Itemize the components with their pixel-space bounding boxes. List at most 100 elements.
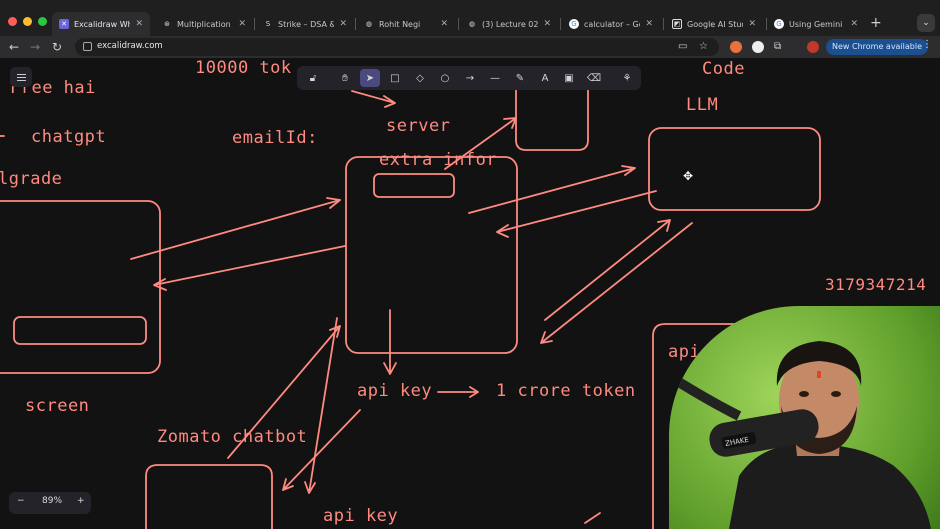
eye-shape	[831, 391, 841, 397]
zoom-controls: − 89% +	[9, 492, 91, 514]
browser-toolbar: ← → ↻ excalidraw.com ▭ ☆ ⧉ New Chrome av…	[0, 36, 940, 58]
site-info-icon[interactable]	[83, 42, 92, 51]
arrow-bottom-right	[584, 512, 601, 524]
google-icon: G	[569, 19, 579, 29]
close-tab-icon[interactable]: ✕	[440, 19, 448, 29]
hand-tool-icon[interactable]: ✋︎	[335, 69, 355, 87]
url-text: excalidraw.com	[97, 41, 163, 51]
menu-line	[16, 73, 26, 75]
chrome-menu-icon[interactable]: ⋮	[922, 39, 932, 50]
arrow-server-to-screen	[153, 245, 346, 291]
selection-tool-icon[interactable]: ➤	[360, 69, 380, 87]
menu-line	[16, 76, 26, 78]
excalidraw-toolbar: 🔓︎ ✋︎ ➤ □ ◇ ○ → — ✎ A ▣ ⌫ ⚘	[297, 66, 641, 90]
browser-tab-strip: ✕ Excalidraw Whi ✕ ⊛ Multiplication re ✕…	[0, 0, 940, 36]
arrow-llm-to-api	[540, 222, 693, 344]
extensions-puzzle-icon[interactable]: ⧉	[774, 39, 781, 55]
chatgpt-icon: ⊛	[164, 20, 170, 28]
top-box-shape	[515, 87, 589, 151]
arrow-to-api-key-2	[304, 317, 338, 494]
reload-icon[interactable]: ↻	[52, 39, 62, 55]
mic-arm-shape	[669, 371, 742, 421]
arrow-server-to-llm	[468, 165, 636, 214]
globe-icon: ◍	[365, 20, 373, 28]
tab-excalidraw[interactable]: ✕ Excalidraw Whi ✕	[52, 12, 150, 36]
arrow-api-to-llm	[544, 219, 671, 321]
zoom-out-button[interactable]: −	[17, 496, 25, 506]
google-ai-studio-icon: ◩	[672, 19, 682, 29]
tab-separator	[663, 18, 664, 30]
close-tab-icon[interactable]: ✕	[238, 19, 246, 29]
text-screen: screen	[25, 396, 90, 416]
tab-separator	[254, 18, 255, 30]
tab-strike[interactable]: S Strike – DSA & C ✕	[256, 14, 354, 34]
zoom-level[interactable]: 89%	[42, 496, 62, 506]
close-tab-icon[interactable]: ✕	[135, 19, 143, 29]
text-tool-icon[interactable]: A	[535, 69, 555, 87]
eye-shape	[799, 391, 809, 397]
input-box-shape	[13, 316, 147, 345]
google-icon: G	[774, 19, 784, 29]
text-server: server	[386, 116, 451, 136]
close-tab-icon[interactable]: ✕	[645, 19, 653, 29]
new-tab-button[interactable]: +	[870, 15, 882, 31]
main-menu-button[interactable]	[10, 67, 32, 87]
extension-icon[interactable]	[730, 41, 742, 53]
tab-calculator[interactable]: G calculator – Goo ✕	[562, 14, 660, 34]
tab-using-gemini[interactable]: G Using Gemini AI ✕	[767, 14, 865, 34]
close-tab-icon[interactable]: ✕	[543, 19, 551, 29]
arrow-tool-icon[interactable]: →	[460, 69, 480, 87]
pencil-tool-icon[interactable]: ✎	[510, 69, 530, 87]
arrow-server-to-api-key	[383, 309, 397, 375]
extra-info-box-shape	[373, 173, 455, 198]
extension-icon[interactable]	[752, 41, 764, 53]
ellipse-tool-icon[interactable]: ○	[435, 69, 455, 87]
rectangle-tool-icon[interactable]: □	[385, 69, 405, 87]
close-tab-icon[interactable]: ✕	[850, 19, 858, 29]
text-code: Code	[702, 59, 745, 79]
lock-icon[interactable]: 🔓︎	[303, 69, 323, 87]
move-cursor-icon: ✥	[683, 169, 694, 183]
close-tab-icon[interactable]: ✕	[748, 19, 756, 29]
tab-separator	[560, 18, 561, 30]
minimize-window-icon[interactable]	[23, 17, 32, 26]
arrow-api-key-to-crore	[437, 386, 479, 398]
cast-icon[interactable]: ▭	[678, 41, 687, 52]
eraser-tool-icon[interactable]: ⌫	[584, 69, 604, 87]
more-tools-icon[interactable]: ⚘	[617, 69, 637, 87]
text-tokens: 10000 tok	[195, 58, 292, 78]
profile-avatar-icon[interactable]	[807, 41, 819, 53]
globe-icon: ◍	[468, 20, 476, 28]
tab-google-ai-studio[interactable]: ◩ Google AI Studio ✕	[665, 14, 763, 34]
image-tool-icon[interactable]: ▣	[559, 69, 579, 87]
diamond-tool-icon[interactable]: ◇	[410, 69, 430, 87]
text-upgrade: lgrade	[0, 169, 63, 189]
text-number: 3179347214	[825, 275, 927, 294]
arrow-llm-to-server	[496, 190, 657, 238]
tab-lecture[interactable]: ◍ (3) Lecture 02! ✕	[460, 14, 558, 34]
menu-line	[16, 79, 26, 81]
text-chatgpt: chatgpt	[31, 127, 107, 147]
tab-multiplication[interactable]: ⊛ Multiplication re ✕	[155, 14, 253, 34]
llm-box-shape	[648, 127, 821, 211]
back-icon[interactable]: ←	[9, 39, 19, 55]
text-extra-info: extra infor	[379, 150, 498, 170]
line-tool-icon[interactable]: —	[485, 69, 505, 87]
text-zomato-chatbot: Zomato chatbot	[157, 427, 308, 447]
arrow-screen-to-server	[130, 197, 341, 260]
new-chrome-available-button[interactable]: New Chrome available	[826, 39, 929, 55]
close-window-icon[interactable]	[8, 17, 17, 26]
text-llm: LLM	[686, 95, 719, 115]
close-tab-icon[interactable]: ✕	[339, 19, 347, 29]
bottom-box-shape	[145, 464, 273, 529]
screen-box-shape	[0, 200, 161, 374]
forward-icon[interactable]: →	[30, 39, 40, 55]
bookmark-star-icon[interactable]: ☆	[699, 41, 708, 52]
tab-separator	[458, 18, 459, 30]
maximize-window-icon[interactable]	[38, 17, 47, 26]
hoodie-shape	[729, 443, 931, 529]
address-bar[interactable]: excalidraw.com ▭ ☆	[75, 38, 719, 56]
tab-rohit-negi[interactable]: ◍ Rohit Negi ✕	[357, 14, 455, 34]
zoom-in-button[interactable]: +	[77, 496, 85, 506]
tab-search-button[interactable]: ⌄	[917, 14, 935, 32]
